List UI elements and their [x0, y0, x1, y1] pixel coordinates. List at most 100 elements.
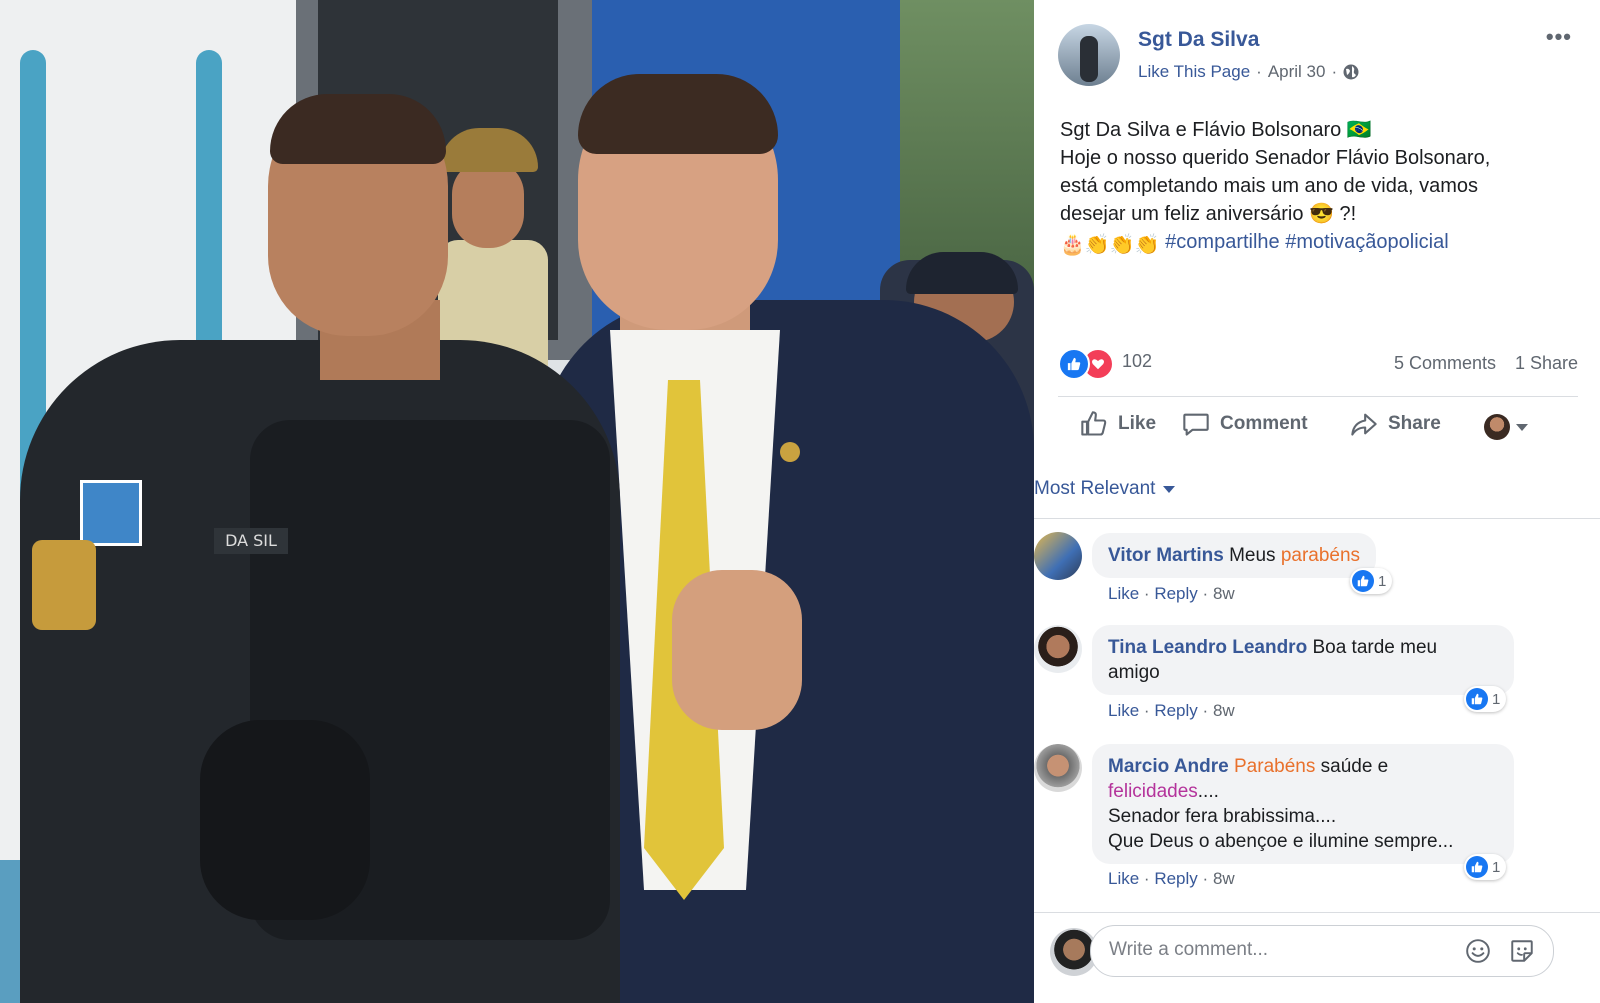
- reaction-count[interactable]: 102: [1122, 351, 1152, 372]
- comment-reaction-count: 1: [1492, 690, 1501, 708]
- user-avatar: [1484, 414, 1510, 440]
- post-meta: Like This Page · April 30 ·: [1138, 62, 1359, 82]
- like-reaction-icon: [1058, 348, 1090, 380]
- photo-crowd-cap: [906, 252, 1018, 294]
- like-page-link[interactable]: Like This Page: [1138, 62, 1250, 82]
- comment-reply-link[interactable]: Reply: [1154, 584, 1197, 603]
- reaction-identity-selector[interactable]: [1484, 414, 1528, 440]
- comment-bubble: Vitor Martins Meus parabéns: [1092, 533, 1377, 578]
- share-icon: [1351, 413, 1377, 436]
- commenter-avatar[interactable]: [1034, 744, 1082, 792]
- comment-actions: Like · Reply · 8w: [1108, 584, 1235, 604]
- comment-reply-link[interactable]: Reply: [1154, 701, 1197, 720]
- comment-bubble: Marcio Andre Parabéns saúde e felicidade…: [1092, 744, 1514, 864]
- like-reaction-icon: [1352, 570, 1374, 592]
- sticker-icon[interactable]: [1509, 938, 1535, 964]
- like-button[interactable]: Like: [1080, 410, 1156, 438]
- photo-thumbs-up-hand: [672, 570, 802, 730]
- divider: [1034, 518, 1600, 519]
- comment-text: Que Deus o abençoe e ilumine sempre...: [1108, 831, 1454, 852]
- comment-highlight-text: parabéns: [1280, 545, 1361, 566]
- comment-reaction-badge[interactable]: 1: [1350, 568, 1393, 594]
- comment-like-link[interactable]: Like: [1108, 869, 1139, 888]
- divider: [1034, 912, 1600, 913]
- comment-reaction-count: 1: [1378, 572, 1387, 590]
- comment-reply-link[interactable]: Reply: [1154, 869, 1197, 888]
- comment-input[interactable]: [1109, 939, 1449, 961]
- comment-text: Meus: [1229, 545, 1281, 566]
- commenter-avatar[interactable]: [1034, 625, 1082, 673]
- comment-sort: Most Relevant: [1034, 458, 1600, 518]
- post-line: desejar um feliz aniversário 😎 ?!: [1060, 203, 1357, 225]
- divider: [1058, 396, 1578, 397]
- page-name-link[interactable]: Sgt Da Silva: [1138, 28, 1259, 52]
- page-avatar[interactable]: [1058, 24, 1120, 86]
- photo-soldier-hair: [270, 94, 446, 164]
- comment-reaction-badge[interactable]: 1: [1464, 686, 1507, 712]
- like-reaction-icon: [1466, 688, 1488, 710]
- reaction-icons[interactable]: [1058, 348, 1116, 380]
- comment-text: Boa tarde meu: [1312, 637, 1438, 658]
- thumbs-up-icon: [1081, 411, 1107, 436]
- meta-separator: ·: [1331, 62, 1338, 81]
- comment-like-link[interactable]: Like: [1108, 701, 1139, 720]
- post-line: está completando mais um ano de vida, va…: [1060, 175, 1478, 197]
- meta-separator: ·: [1256, 62, 1262, 81]
- photo-lapel-pin: [780, 442, 800, 462]
- reaction-summary: 102 5 Comments 1 Share: [1058, 346, 1578, 380]
- photo-suit-hair: [578, 74, 778, 154]
- comment-icon: [1183, 413, 1209, 436]
- comment-age[interactable]: 8w: [1213, 701, 1235, 720]
- comment-age[interactable]: 8w: [1213, 869, 1235, 888]
- photo-rank-patch: [32, 540, 96, 630]
- post-actions-bar: Like Comment Share: [1058, 404, 1578, 450]
- post-photo[interactable]: DA SIL: [0, 0, 1034, 1003]
- photo-name-tag: DA SIL: [214, 528, 288, 554]
- share-button[interactable]: Share: [1350, 410, 1441, 438]
- chevron-down-icon: [1163, 485, 1176, 493]
- comment-author-link[interactable]: Tina Leandro Leandro: [1108, 637, 1307, 658]
- separator-dot: ·: [1202, 701, 1209, 720]
- post-line: Hoje o nosso querido Senador Flávio Bols…: [1060, 147, 1491, 169]
- comment-highlight-text: felicidades: [1108, 781, 1198, 802]
- hashtag-link[interactable]: #compartilhe: [1165, 231, 1280, 253]
- post-line: Sgt Da Silva e Flávio Bolsonaro 🇧🇷: [1060, 119, 1372, 141]
- globe-icon[interactable]: [1343, 64, 1359, 80]
- shares-count-link[interactable]: 1 Share: [1515, 353, 1578, 374]
- more-options-icon[interactable]: •••: [1546, 24, 1572, 50]
- comment-bubble: Tina Leandro Leandro Boa tarde meu amigo: [1092, 625, 1514, 695]
- emoji-icon[interactable]: [1465, 938, 1491, 964]
- comment-author-link[interactable]: Marcio Andre: [1108, 756, 1229, 777]
- comment-actions: Like · Reply · 8w: [1108, 869, 1235, 889]
- separator-dot: ·: [1143, 869, 1150, 888]
- separator-dot: ·: [1202, 584, 1209, 603]
- like-button-label: Like: [1118, 413, 1157, 434]
- comment-composer[interactable]: [1090, 925, 1554, 977]
- post-date[interactable]: April 30: [1268, 62, 1326, 82]
- sort-dropdown[interactable]: Most Relevant: [1034, 478, 1176, 500]
- comment-text: saúde e: [1315, 756, 1389, 777]
- share-button-label: Share: [1388, 413, 1441, 434]
- photo-officer-face: [452, 160, 524, 248]
- comment-text: Senador fera brabissima....: [1108, 806, 1337, 827]
- comment-reaction-badge[interactable]: 1: [1464, 854, 1507, 880]
- comment-text: ....: [1197, 781, 1219, 802]
- comment-like-link[interactable]: Like: [1108, 584, 1139, 603]
- cake-clap-emojis: 🎂👏👏👏: [1060, 234, 1160, 256]
- separator-dot: ·: [1143, 584, 1150, 603]
- comment-age[interactable]: 8w: [1213, 584, 1235, 603]
- separator-dot: ·: [1202, 869, 1209, 888]
- comment-reaction-count: 1: [1492, 858, 1501, 876]
- comment-button-label: Comment: [1220, 413, 1308, 434]
- comment-text: amigo: [1108, 662, 1160, 683]
- comments-count-link[interactable]: 5 Comments: [1394, 353, 1496, 374]
- comment-author-link[interactable]: Vitor Martins: [1108, 545, 1224, 566]
- separator-dot: ·: [1143, 701, 1150, 720]
- hashtag-link[interactable]: #motivaçãopolicial: [1285, 231, 1448, 253]
- comment-highlight-text: Parabéns: [1234, 756, 1316, 777]
- comment-actions: Like · Reply · 8w: [1108, 701, 1235, 721]
- sort-label: Most Relevant: [1034, 478, 1156, 499]
- post-line-hashtags: 🎂👏👏👏 #compartilhe #motivaçãopolicial: [1060, 228, 1570, 259]
- commenter-avatar[interactable]: [1034, 532, 1082, 580]
- post-sidebar: Sgt Da Silva Like This Page · April 30 ·…: [1034, 0, 1600, 1003]
